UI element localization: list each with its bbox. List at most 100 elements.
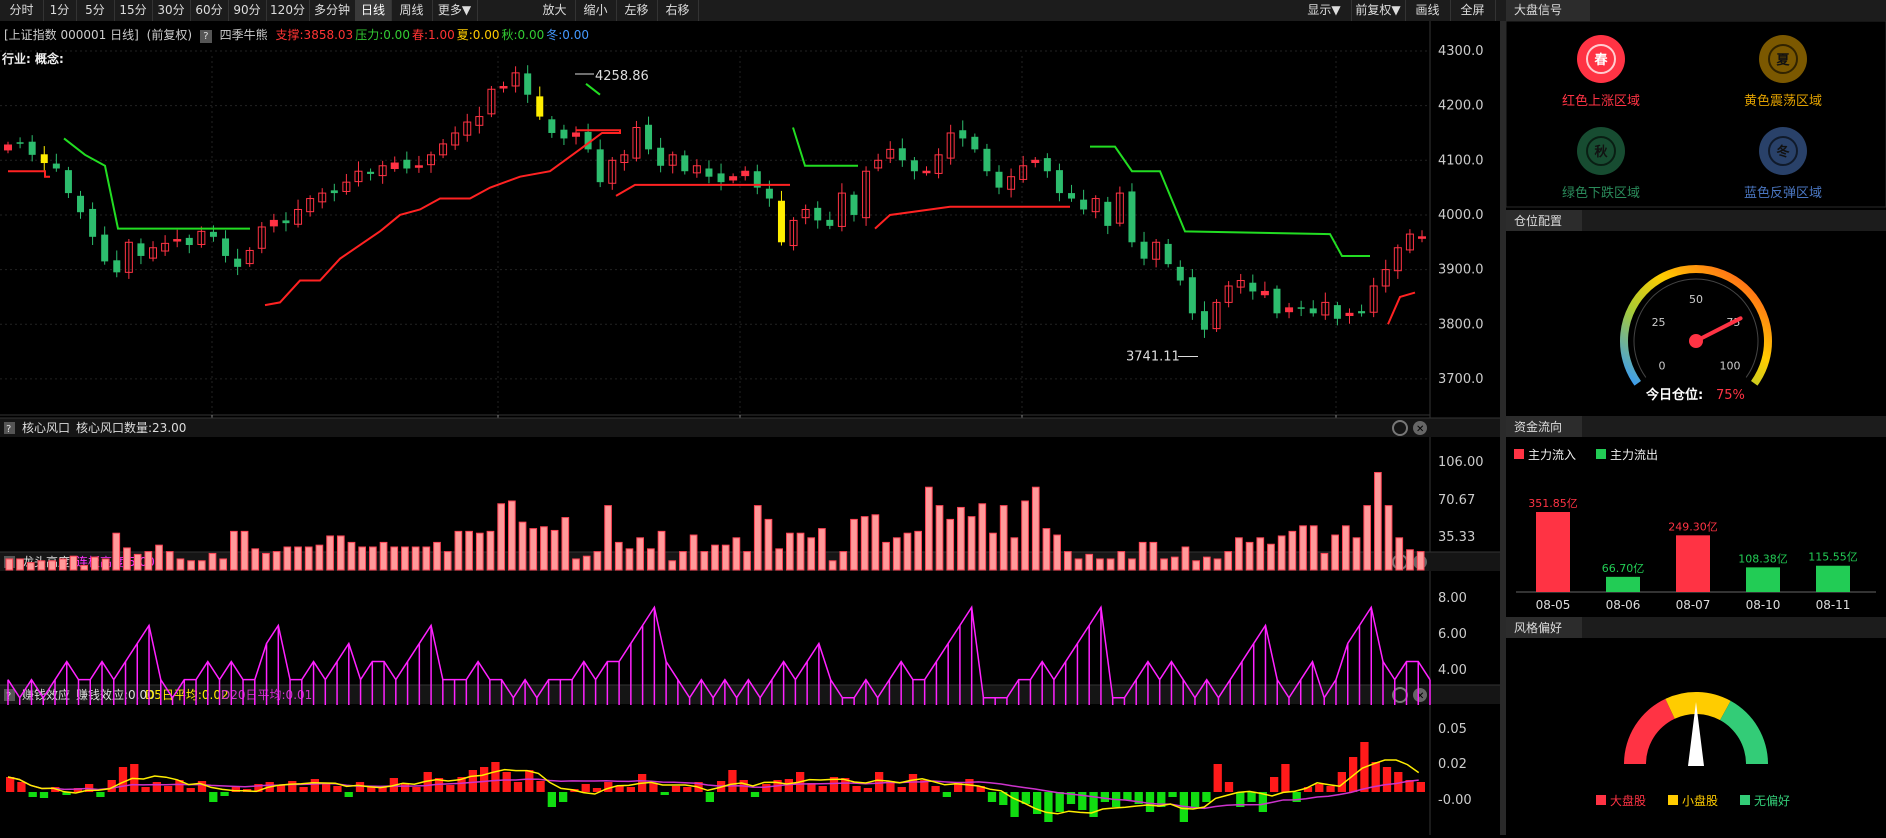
- hotspot-bar: [614, 541, 623, 571]
- hotspot-bar: [369, 546, 377, 571]
- hotspot-bar: [411, 546, 420, 571]
- flow-bar-label: 351.85亿: [1528, 497, 1578, 510]
- money-effect-bar: [863, 788, 872, 792]
- tab-period-8[interactable]: 多分钟: [309, 0, 356, 21]
- indicator-value-4: 秋:0.00: [501, 28, 545, 42]
- candle-body: [765, 188, 773, 199]
- hotspot-bar: [508, 500, 516, 571]
- panel-name: 核心风口: [22, 421, 70, 435]
- hotspot-bar: [572, 558, 580, 571]
- toolbar-right-button-1[interactable]: 前复权▼: [1351, 0, 1406, 21]
- indicator-value-3: 夏:0.00: [456, 28, 500, 42]
- toolbar-right-button-2[interactable]: 画线: [1405, 0, 1451, 21]
- money-effect-bar: [1224, 782, 1234, 792]
- tab-period-2[interactable]: 5分: [76, 0, 115, 21]
- hotspot-bar: [550, 529, 559, 571]
- money-effect-bar: [1270, 777, 1279, 792]
- money-effect-bar: [164, 786, 173, 792]
- zoom-button-0[interactable]: 放大: [534, 0, 576, 21]
- flow-date: 08-10: [1746, 598, 1781, 612]
- toolbar-right-button-3[interactable]: 全屏: [1450, 0, 1496, 21]
- candle-body: [16, 142, 24, 144]
- hotspot-bar: [475, 532, 484, 571]
- candle-body: [1273, 288, 1281, 314]
- hotspot-bar: [101, 558, 110, 571]
- hotspot-bar: [636, 537, 645, 571]
- indicator-value-0: 支撑:3858.03: [275, 28, 354, 42]
- hotspot-bar: [1299, 525, 1307, 571]
- money-effect-bar: [186, 788, 195, 792]
- style-arc-large: [1624, 698, 1675, 764]
- candle-body: [414, 165, 423, 168]
- hotspot-bar: [144, 551, 153, 571]
- candle-body: [330, 190, 338, 194]
- candle-body: [814, 207, 822, 221]
- hotspot-bar: [176, 558, 185, 571]
- high-annotation: 4258.86: [595, 69, 649, 84]
- style-legend-label: 大盘股: [1610, 793, 1646, 808]
- hotspot-bar: [1160, 558, 1168, 571]
- zoom-button-1[interactable]: 缩小: [575, 0, 617, 21]
- flow-bar: [1746, 567, 1780, 592]
- zoom-button-3[interactable]: 右移: [657, 0, 699, 21]
- hotspot-bar: [518, 521, 527, 571]
- candle-body: [910, 160, 918, 172]
- style-arc-none: [1720, 700, 1768, 764]
- hotspot-bar: [69, 555, 78, 571]
- tab-period-6[interactable]: 90分: [228, 0, 267, 21]
- tab-period-3[interactable]: 15分: [114, 0, 153, 21]
- hotspot-bar: [978, 503, 987, 571]
- hotspot-bar: [839, 551, 848, 571]
- money-effect-bar: [118, 767, 128, 792]
- sidebar-title-signal: 大盘信号: [1506, 0, 1590, 21]
- money-effect-bar: [626, 787, 635, 792]
- money-effect-bar: [502, 772, 511, 792]
- tab-period-1[interactable]: 1分: [43, 0, 77, 21]
- hotspot-bar: [283, 546, 292, 571]
- hotspot-bar: [1063, 551, 1072, 571]
- tab-period-10[interactable]: 周线: [391, 0, 433, 21]
- hotspot-bar: [379, 541, 388, 571]
- hotspot-bar: [262, 552, 270, 571]
- hotspot-bar: [1341, 525, 1350, 571]
- help-icon[interactable]: ?: [199, 30, 212, 43]
- hotspot-bar: [1363, 505, 1372, 571]
- tab-period-0[interactable]: 分时: [0, 0, 44, 21]
- gauge-hub: [1689, 334, 1703, 348]
- money-effect-bar: [875, 772, 884, 792]
- candle-body: [741, 170, 750, 177]
- toolbar-right-button-0[interactable]: 显示▼: [1297, 0, 1352, 21]
- adjust-label: (前复权): [146, 28, 193, 42]
- signal-label: 蓝色反弹区域: [1744, 185, 1822, 201]
- tab-period-4[interactable]: 30分: [152, 0, 191, 21]
- candle-body: [777, 200, 785, 243]
- tab-period-7[interactable]: 120分: [266, 0, 310, 21]
- money-effect-bar: [942, 792, 951, 797]
- money-effect-bar: [344, 792, 353, 797]
- hotspot-bar: [818, 528, 826, 571]
- hotspot-bar: [16, 558, 24, 571]
- hotspot-bar: [1202, 556, 1211, 571]
- hotspot-bar: [1416, 551, 1425, 571]
- hotspot-bar: [796, 532, 805, 571]
- candle-body: [77, 195, 85, 213]
- indicator-values: 支撑:3858.03 压力:0.00 春:1.00 夏:0.00 秋:0.00 冬:0.0…: [272, 28, 590, 42]
- money-effect-bar: [288, 781, 297, 792]
- tab-period-5[interactable]: 60分: [190, 0, 229, 21]
- money-effect-bar: [660, 792, 669, 795]
- tab-period-11[interactable]: 更多▼: [432, 0, 478, 21]
- tab-period-9[interactable]: 日线: [355, 0, 392, 21]
- candle-body: [1128, 191, 1136, 243]
- hotspot-bar: [230, 530, 238, 571]
- hotspot-bar: [753, 505, 762, 571]
- hotspot-bar: [1096, 558, 1104, 571]
- sidebar-title-flow: 资金流向: [1514, 419, 1562, 434]
- hotspot-bar: [1181, 546, 1190, 571]
- hotspot-bar: [272, 551, 281, 571]
- candle-body: [1140, 241, 1148, 259]
- money-effect-bar: [852, 786, 861, 792]
- panel-value: 核心风口数量:23.00: [76, 420, 186, 435]
- zoom-button-2[interactable]: 左移: [616, 0, 658, 21]
- hotspot-bar: [219, 558, 228, 571]
- flow-bar: [1536, 512, 1570, 592]
